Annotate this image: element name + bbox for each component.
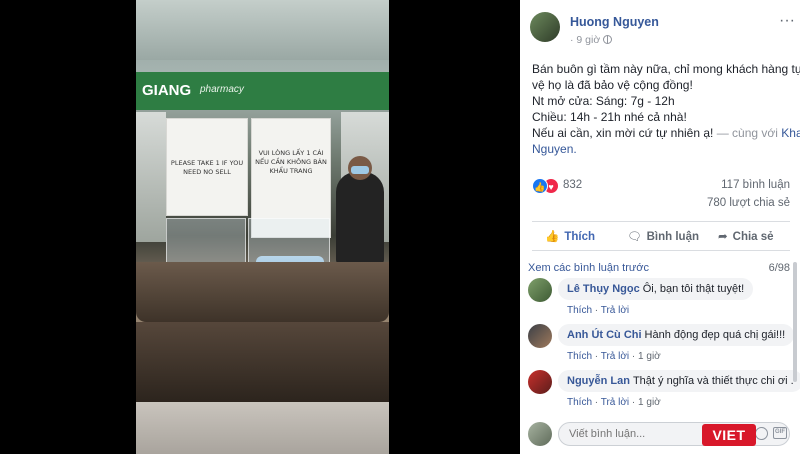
comment-time[interactable]: 1 giờ xyxy=(638,397,661,408)
author-avatar[interactable] xyxy=(530,12,560,42)
comments-scrollbar[interactable] xyxy=(793,262,797,382)
comments-counter: 6/98 xyxy=(768,262,790,274)
globe-icon xyxy=(603,35,613,44)
post-text-line: vệ họ là đã bảo vệ cộng đồng! xyxy=(532,78,693,92)
gif-icon[interactable]: GIF xyxy=(773,427,787,439)
tagged-user-link-cont[interactable]: Nguyen. xyxy=(532,141,790,157)
share-label: Chia sẻ xyxy=(732,231,774,243)
post-text-line: Chiều: 14h - 21h nhé cả nhà! xyxy=(532,110,687,124)
comment-text: Hành động đẹp quá chị gái!!! xyxy=(644,329,786,341)
photo-counter xyxy=(136,262,389,322)
commenter-name[interactable]: Lê Thụy Ngọc xyxy=(567,283,640,295)
commenter-name[interactable]: Anh Út Cù Chi xyxy=(567,329,642,341)
emoji-icon[interactable] xyxy=(755,427,768,440)
post-text-line: Bán buôn gì tầm này nữa, chỉ mong khách … xyxy=(532,62,800,76)
tagged-user-link[interactable]: Kha xyxy=(781,126,800,140)
store-sign-text: GIANG xyxy=(142,82,192,99)
comment-reply-link[interactable]: Trả lời xyxy=(601,305,629,316)
photo-ceiling xyxy=(136,0,389,60)
comment-count[interactable]: 117 bình luận xyxy=(721,179,790,191)
thumbs-up-icon: 👍 xyxy=(545,231,560,243)
commenter-avatar[interactable] xyxy=(528,278,552,302)
commenter-name[interactable]: Nguyễn Lan xyxy=(567,375,630,387)
speech-bubble-icon: 🗨 xyxy=(627,231,642,243)
comment-text: Thật ý nghĩa và thiết thực chi ơi . xyxy=(632,375,794,387)
photo-shelf-left xyxy=(136,112,166,242)
comment-bubble: Anh Út Cù Chi Hành động đẹp quá chị gái!!… xyxy=(558,324,795,346)
like-reaction-icon: 👍 xyxy=(532,178,548,194)
commenter-avatar[interactable] xyxy=(528,370,552,394)
store-sign-sub: pharmacy xyxy=(200,84,244,95)
with-text: — cùng với xyxy=(716,126,778,140)
comments-header: Xem các bình luận trước 6/98 xyxy=(528,262,790,274)
comment-actions: Thích · Trả lời xyxy=(567,305,630,316)
photo-viewer: GIANG pharmacy PLEASE TAKE 1 IF YOU NEED… xyxy=(0,0,520,454)
comment-bubble: Lê Thụy Ngọc Ôi, bạn tôi thật tuyệt! xyxy=(558,278,754,300)
post-time[interactable]: 9 giờ xyxy=(576,34,600,46)
commenter-avatar[interactable] xyxy=(528,324,552,348)
photo-sign-english: PLEASE TAKE 1 IF YOU NEED NO SELL xyxy=(166,118,248,216)
post-text-line-with-tag: Nếu ai cần, xin mời cứ tự nhiên ạ! — cùn… xyxy=(532,125,800,141)
post-panel: Huong Nguyen · 9 giờ ··· Bán buôn gì tầm… xyxy=(520,0,800,454)
reaction-count: 832 xyxy=(563,179,583,191)
post-header: Huong Nguyen · 9 giờ ··· xyxy=(530,12,795,52)
like-button[interactable]: 👍 Thích xyxy=(545,229,595,243)
post-meta: · 9 giờ xyxy=(570,34,613,46)
comment-like-link[interactable]: Thích xyxy=(567,305,592,316)
post-text-line: Nt mở cửa: Sáng: 7g - 12h xyxy=(532,94,675,108)
comment-time[interactable]: 1 giờ xyxy=(638,351,661,362)
comment-reply-link[interactable]: Trả lời xyxy=(601,351,629,362)
comment-actions: Thích · Trả lời · 1 giờ xyxy=(567,397,661,408)
photo-floor xyxy=(136,402,389,454)
comment-text: Ôi, bạn tôi thật tuyệt! xyxy=(642,283,745,295)
action-bar: 👍 Thích 🗨 Bình luận ➦ Chia sẻ xyxy=(532,221,790,251)
author-name[interactable]: Huong Nguyen xyxy=(570,15,659,29)
more-options-icon[interactable]: ··· xyxy=(779,12,795,30)
composer-avatar xyxy=(528,422,552,446)
post-text: Bán buôn gì tầm này nữa, chỉ mong khách … xyxy=(532,61,800,157)
photo-counter-front xyxy=(136,322,389,402)
comment-button[interactable]: 🗨 Bình luận xyxy=(627,229,800,243)
comment-like-link[interactable]: Thích xyxy=(567,351,592,362)
comment-label: Bình luận xyxy=(646,231,699,243)
view-previous-comments-link[interactable]: Xem các bình luận trước xyxy=(528,262,649,274)
like-label: Thích xyxy=(564,231,595,243)
photo-person-mask xyxy=(351,166,369,174)
comment-reply-link[interactable]: Trả lời xyxy=(601,397,629,408)
share-count[interactable]: 780 lượt chia sẻ xyxy=(707,197,790,209)
comment-like-link[interactable]: Thích xyxy=(567,397,592,408)
share-button[interactable]: ➦ Chia sẻ xyxy=(718,229,774,243)
post-text-line: Nếu ai cần, xin mời cứ tự nhiên ạ! xyxy=(532,126,714,140)
post-stats: 👍 ♥ 832 117 bình luận 780 lượt chia sẻ xyxy=(532,178,790,214)
comment-bubble: Nguyễn Lan Thật ý nghĩa và thiết thực chi… xyxy=(558,370,800,392)
photo-store-sign: GIANG pharmacy xyxy=(136,72,389,110)
share-arrow-icon: ➦ xyxy=(718,231,728,243)
comment-actions: Thích · Trả lời · 1 giờ xyxy=(567,351,661,362)
watermark-logo: VIET xyxy=(702,424,756,446)
photo-person xyxy=(336,156,384,264)
post-photo[interactable]: GIANG pharmacy PLEASE TAKE 1 IF YOU NEED… xyxy=(136,0,389,454)
